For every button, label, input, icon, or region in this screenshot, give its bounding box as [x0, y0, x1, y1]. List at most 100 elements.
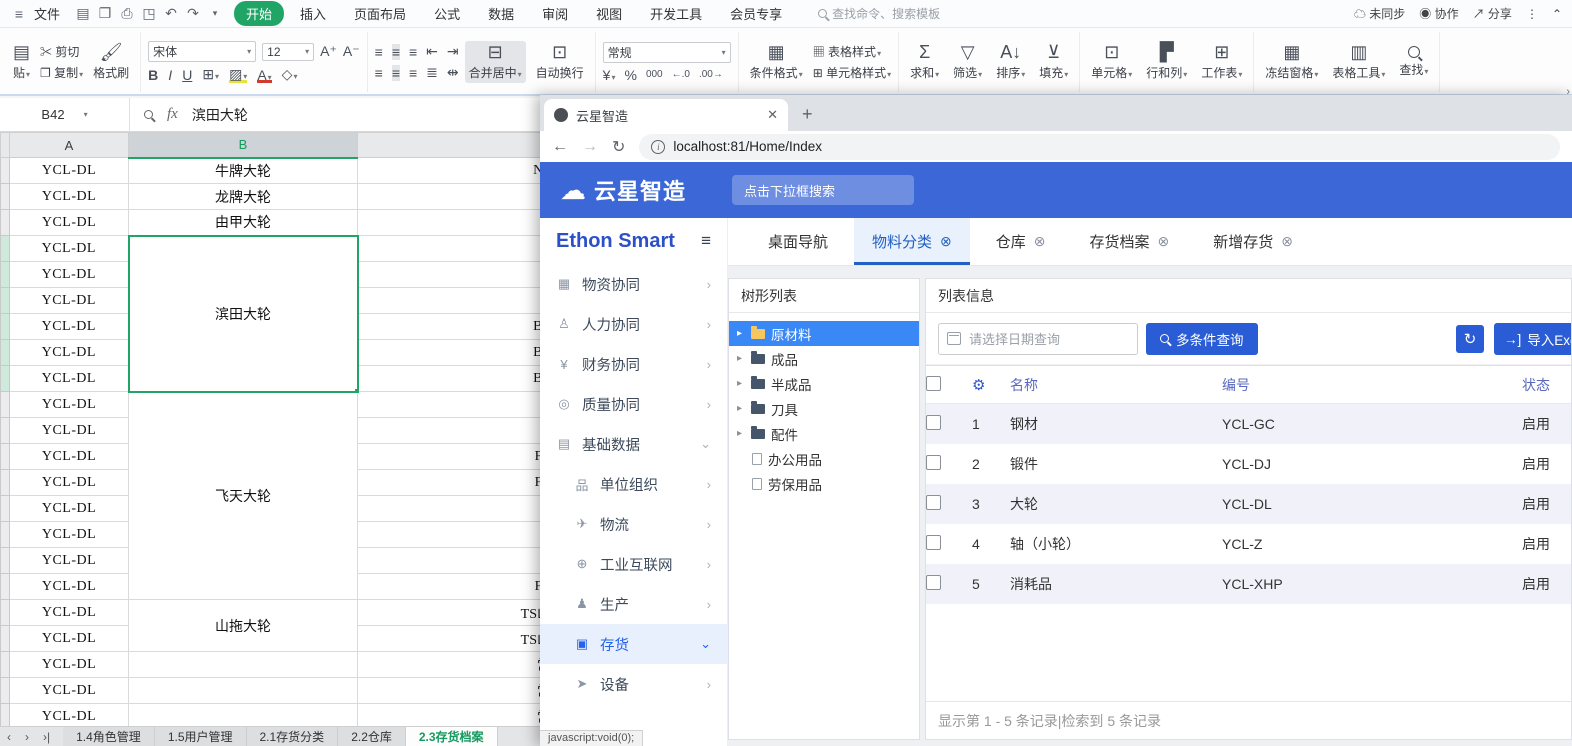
borders-button[interactable]: ⊞▾	[202, 66, 219, 83]
app-tab[interactable]: 物料分类⊗	[854, 218, 970, 265]
cells-button[interactable]: ⊡ 单元格▾	[1087, 41, 1136, 83]
row-header[interactable]	[1, 626, 10, 652]
sidebar-item-org[interactable]: 品单位组织›	[540, 464, 727, 504]
decrease-indent-icon[interactable]: ⇤	[426, 43, 438, 60]
grid-cell-a[interactable]: YCL-DL	[10, 184, 129, 210]
wps-menu-tab[interactable]: 页面布局	[342, 1, 418, 26]
table-row[interactable]: 5消耗品YCL-XHP启用	[926, 564, 1571, 604]
grid-cell-b[interactable]	[129, 704, 358, 727]
grid-cell-a[interactable]: YCL-DL	[10, 496, 129, 522]
column-header[interactable]: 名称	[1010, 366, 1222, 404]
new-tab-icon[interactable]: +	[802, 105, 813, 123]
grid-cell-a[interactable]: YCL-DL	[10, 288, 129, 314]
caret-icon[interactable]: ▸	[737, 328, 745, 339]
merge-center-button[interactable]: ⊟ 合并居中▾	[465, 41, 526, 83]
grid-cell-a[interactable]: YCL-DL	[10, 626, 129, 652]
zoom-icon[interactable]	[144, 110, 153, 119]
table-row[interactable]: 1钢材YCL-GC启用	[926, 404, 1571, 444]
grid-cell-c[interactable]: B	[358, 236, 558, 262]
grid-cell-c[interactable]: TS山	[358, 626, 558, 652]
row-header[interactable]	[1, 418, 10, 444]
export-icon[interactable]: ❐	[94, 5, 116, 22]
grid-cell-c[interactable]: F	[358, 548, 558, 574]
site-info-icon[interactable]: i	[651, 140, 665, 154]
tree-item[interactable]: ▸刀具	[729, 396, 919, 421]
grid-cell-a[interactable]: YCL-DL	[10, 340, 129, 366]
font-size-select[interactable]: 12▾	[262, 43, 314, 61]
fill-color-button[interactable]: ▨▾	[229, 66, 247, 83]
gear-icon[interactable]: ⚙	[972, 377, 985, 394]
sidebar-item-chart[interactable]: ▤基础数据⌄	[540, 424, 727, 464]
worksheet-button[interactable]: ⊞ 工作表▾	[1197, 41, 1246, 83]
spreadsheet-grid[interactable]: ABYCL-DL牛牌大轮NPYCL-DL龙牌大轮YCL-DL由甲大轮YCL-DL…	[0, 132, 560, 726]
grid-cell-c[interactable]	[358, 184, 558, 210]
grid-cell-c[interactable]: F	[358, 418, 558, 444]
grid-cell-c[interactable]	[358, 210, 558, 236]
sheet-tab[interactable]: 1.4角色管理	[63, 727, 155, 746]
wps-menu-tab[interactable]: 会员专享	[718, 1, 794, 26]
row-header[interactable]	[1, 704, 10, 727]
share-button[interactable]: ↗ 分享	[1473, 5, 1512, 22]
tab-close-icon[interactable]: ⊗	[1034, 233, 1046, 250]
sidebar-item-worker[interactable]: ♟生产›	[540, 584, 727, 624]
row-header[interactable]	[1, 184, 10, 210]
grid-cell-a[interactable]: YCL-DL	[10, 392, 129, 418]
grid-cell-c[interactable]: FT	[358, 574, 558, 600]
grid-cell-c[interactable]: TS山	[358, 600, 558, 626]
column-header[interactable]: 编号	[1222, 366, 1522, 404]
freeze-panes-button[interactable]: ▦ 冻结窗格▾	[1261, 41, 1322, 83]
grid-cell-a[interactable]: YCL-DL	[10, 652, 129, 678]
toolbar-more-icon[interactable]: ▾	[204, 8, 226, 19]
grid-cell-b[interactable]: 龙牌大轮	[129, 184, 358, 210]
tab-close-icon[interactable]: ⊗	[1158, 233, 1170, 250]
grid-cell-a[interactable]: YCL-DL	[10, 366, 129, 392]
import-excel-button[interactable]: →] 导入Exce	[1494, 323, 1572, 355]
sidebar-item-plane[interactable]: ✈物流›	[540, 504, 727, 544]
grid-cell-c[interactable]: BT	[358, 340, 558, 366]
row-header[interactable]	[1, 288, 10, 314]
caret-icon[interactable]: ▸	[737, 428, 745, 439]
grid-cell-a[interactable]: YCL-DL	[10, 600, 129, 626]
decrease-font-icon[interactable]: A⁻	[343, 43, 360, 60]
align-top-icon[interactable]: ≡	[375, 44, 383, 60]
grid-cell-b[interactable]	[129, 652, 358, 678]
grid-cell-a[interactable]: YCL-DL	[10, 548, 129, 574]
row-number[interactable]: 3	[972, 484, 1010, 524]
currency-icon[interactable]: ¥▾	[603, 67, 616, 83]
select-all-checkbox[interactable]	[926, 376, 941, 391]
row-checkbox[interactable]	[926, 535, 941, 550]
redo-icon[interactable]: ↷	[182, 5, 204, 22]
comma-style-icon[interactable]: 000	[646, 69, 663, 80]
grid-cell-a[interactable]: YCL-DL	[10, 704, 129, 727]
sum-button[interactable]: Σ 求和▾	[906, 41, 943, 83]
distribute-icon[interactable]: ⇹	[447, 64, 459, 81]
tree-item[interactable]: 办公用品	[729, 446, 919, 471]
fill-button[interactable]: ⊻ 填充▾	[1035, 41, 1072, 83]
tree-item[interactable]: ▸配件	[729, 421, 919, 446]
row-header[interactable]	[1, 548, 10, 574]
wrap-text-button[interactable]: ⊡ 自动换行	[532, 41, 588, 83]
grid-cell-c[interactable]: 常	[358, 652, 558, 678]
grid-cell-b[interactable]	[129, 678, 358, 704]
forward-icon[interactable]: →	[582, 138, 598, 156]
tree-item[interactable]: ▸成品	[729, 346, 919, 371]
reload-icon[interactable]: ↻	[612, 137, 625, 157]
number-format-select[interactable]: 常规▾	[603, 42, 731, 63]
wps-menu-tab[interactable]: 开始	[234, 1, 284, 26]
row-header[interactable]	[1, 678, 10, 704]
conditional-format-button[interactable]: ▦ 条件格式▾	[746, 41, 807, 83]
row-header[interactable]	[1, 600, 10, 626]
grid-cell-c[interactable]: B	[358, 262, 558, 288]
align-left-icon[interactable]: ≡	[375, 65, 383, 81]
row-checkbox[interactable]	[926, 455, 941, 470]
grid-cell-c[interactable]: 常	[358, 704, 558, 727]
caret-icon[interactable]: ▸	[737, 403, 745, 414]
wps-menu-tab[interactable]: 审阅	[530, 1, 580, 26]
multi-condition-query-button[interactable]: 多条件查询	[1146, 323, 1258, 355]
column-header-a[interactable]: A	[10, 133, 129, 158]
sidebar-item-box[interactable]: ▣存货⌄	[540, 624, 727, 664]
wps-menu-tab[interactable]: 公式	[422, 1, 472, 26]
column-header-b-selected[interactable]: B	[129, 133, 358, 158]
caret-icon[interactable]: ▸	[737, 353, 745, 364]
grid-cell-a[interactable]: YCL-DL	[10, 470, 129, 496]
